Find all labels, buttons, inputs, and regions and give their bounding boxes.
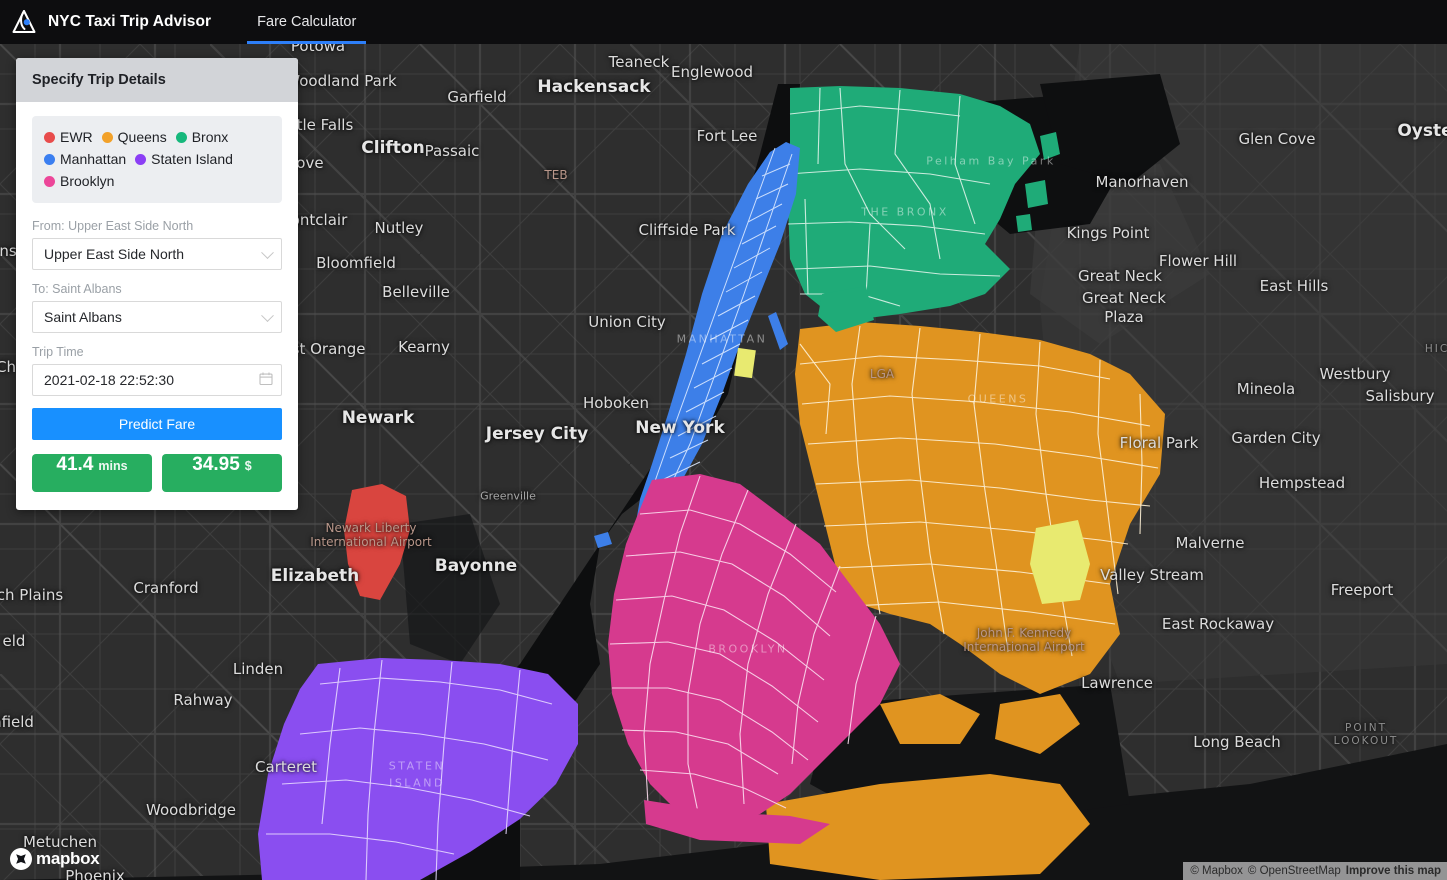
from-location-value: Upper East Side North <box>44 246 185 262</box>
result-value: 41.4 <box>56 454 94 475</box>
legend-item-staten-island: Staten Island <box>135 148 233 170</box>
legend-label: Bronx <box>191 129 229 145</box>
map-attribution: © Mapbox © OpenStreetMap Improve this ma… <box>1183 862 1447 880</box>
legend-label: Manhattan <box>60 151 127 167</box>
trip-time-value: 2021-02-18 22:52:30 <box>44 372 174 388</box>
calendar-icon <box>259 372 273 389</box>
app-logo[interactable] <box>0 8 48 36</box>
highlight-destination-zone <box>1030 520 1090 604</box>
mapbox-logo-icon <box>10 848 32 870</box>
borough-legend: EWR Queens Bronx Manhattan Staten Island Broo… <box>32 116 282 203</box>
legend-items: EWR Queens Bronx Manhattan Staten Island Broo… <box>44 126 270 192</box>
result-unit: $ <box>244 459 252 473</box>
legend-color-dot <box>175 131 187 143</box>
trip-details-panel: Specify Trip Details EWR Queens Bronx Manha… <box>16 58 298 510</box>
trip-time-label: Trip Time <box>32 345 84 359</box>
legend-label: EWR <box>60 129 93 145</box>
legend-label: Queens <box>117 129 167 145</box>
panel-title: Specify Trip Details <box>16 58 298 102</box>
legend-item-manhattan: Manhattan <box>44 148 126 170</box>
tab-label: Fare Calculator <box>257 14 357 30</box>
triangle-dot-logo-icon <box>12 10 36 33</box>
legend-color-dot <box>44 153 55 165</box>
legend-item-queens: Queens <box>101 126 167 148</box>
prediction-results: 41.4 mins 34.95 $ <box>32 454 282 492</box>
nav-tabs: Fare Calculator <box>247 0 367 44</box>
from-location-select[interactable]: Upper East Side North <box>32 238 282 270</box>
to-location-value: Saint Albans <box>44 309 122 325</box>
predict-fare-button[interactable]: Predict Fare <box>32 408 282 440</box>
legend-item-bronx: Bronx <box>175 126 229 148</box>
mapbox-logo[interactable]: mapbox <box>10 848 100 870</box>
result-unit: mins <box>98 459 128 473</box>
trip-time-input[interactable]: 2021-02-18 22:52:30 <box>32 364 282 396</box>
result-card-fare: 34.95 $ <box>162 454 282 492</box>
from-field-label: From: Upper East Side North <box>32 219 194 233</box>
legend-color-dot <box>44 175 55 187</box>
mapbox-wordmark: mapbox <box>36 849 100 868</box>
attrib-improve-link[interactable]: Improve this map <box>1346 865 1441 877</box>
legend-item-ewr: EWR <box>44 126 93 148</box>
legend-label: Staten Island <box>151 151 233 167</box>
attrib-osm[interactable]: © OpenStreetMap <box>1248 865 1341 877</box>
legend-color-dot <box>101 131 113 143</box>
legend-color-dot <box>44 131 55 143</box>
result-card-duration: 41.4 mins <box>32 454 152 492</box>
to-location-select[interactable]: Saint Albans <box>32 301 282 333</box>
result-value: 34.95 <box>192 454 240 475</box>
legend-label: Brooklyn <box>60 173 115 189</box>
chevron-down-icon <box>261 309 274 323</box>
to-field-label: To: Saint Albans <box>32 282 122 296</box>
app-title: NYC Taxi Trip Advisor <box>48 13 212 30</box>
legend-item-brooklyn: Brooklyn <box>44 170 114 192</box>
chevron-down-icon <box>261 246 274 260</box>
attrib-mapbox[interactable]: © Mapbox <box>1190 865 1243 877</box>
top-navigation-bar: NYC Taxi Trip Advisor Fare Calculator <box>0 0 1447 44</box>
tab-fare-calculator[interactable]: Fare Calculator <box>247 0 367 44</box>
legend-color-dot <box>135 153 147 165</box>
